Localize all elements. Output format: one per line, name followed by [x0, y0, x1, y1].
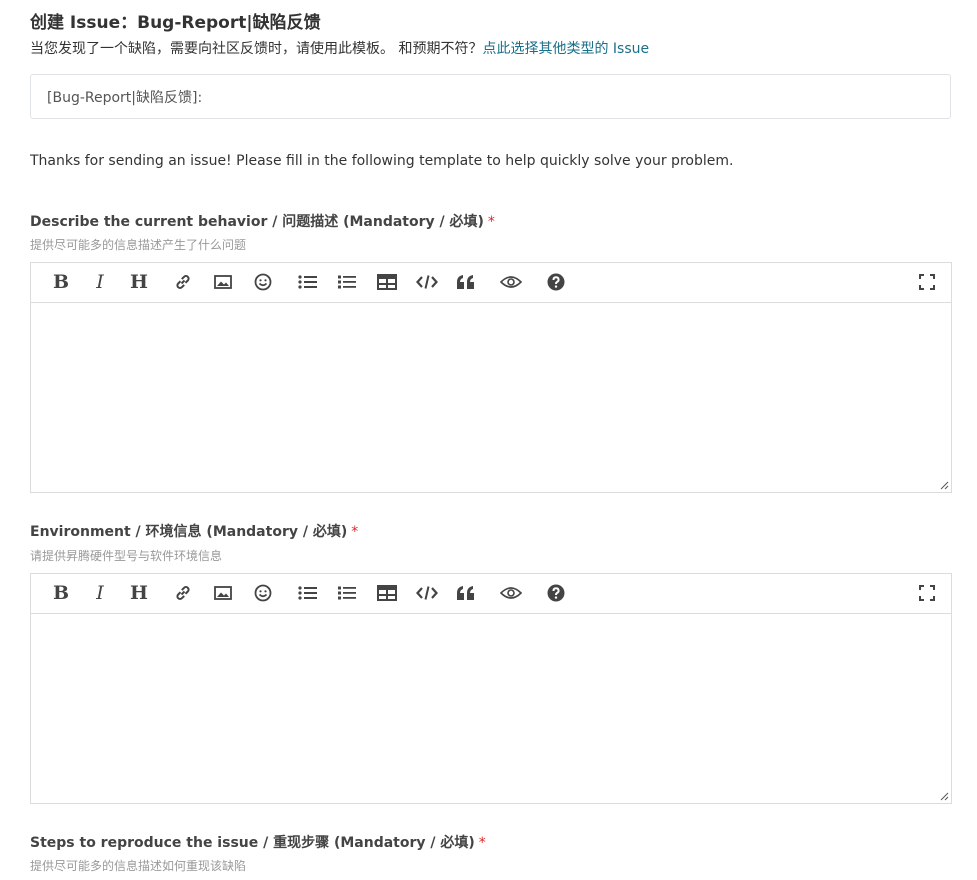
code-icon[interactable]	[415, 271, 439, 293]
field-label-text: Environment / 环境信息 (Mandatory / 必填)	[30, 524, 348, 540]
required-mark: *	[351, 524, 359, 540]
subtitle-text: 当您发现了一个缺陷，需要向社区反馈时，请使用此模板。 和预期不符？	[30, 41, 483, 57]
page-title: 创建 Issue：Bug-Report|缺陷反馈	[30, 13, 321, 33]
table-icon[interactable]	[375, 582, 399, 604]
editor-textarea[interactable]	[31, 303, 951, 492]
editor-textarea[interactable]	[31, 614, 951, 803]
unordered-list-icon[interactable]	[296, 582, 320, 604]
link-icon[interactable]	[171, 271, 195, 293]
ordered-list-icon[interactable]	[335, 582, 359, 604]
help-icon[interactable]	[544, 271, 568, 293]
page-subtitle: 当您发现了一个缺陷，需要向社区反馈时，请使用此模板。 和预期不符？点此选择其他类…	[30, 38, 649, 58]
editor-behavior: B I H	[30, 262, 952, 493]
resize-handle-icon[interactable]	[939, 791, 949, 801]
issue-title-input[interactable]	[30, 74, 951, 119]
choose-other-type-link[interactable]: 点此选择其他类型的 Issue	[482, 41, 649, 57]
field-help-steps: 提供尽可能多的信息描述如何重现该缺陷	[30, 859, 247, 873]
resize-handle-icon[interactable]	[939, 480, 949, 490]
required-mark: *	[487, 214, 495, 230]
field-label-steps: Steps to reproduce the issue / 重现步骤 (Man…	[30, 832, 486, 852]
preview-icon[interactable]	[499, 271, 523, 293]
bold-icon[interactable]: B	[49, 271, 73, 293]
unordered-list-icon[interactable]	[296, 271, 320, 293]
field-help-behavior: 提供尽可能多的信息描述产生了什么问题	[30, 238, 247, 252]
editor-environment: B I H	[30, 573, 952, 804]
table-icon[interactable]	[375, 271, 399, 293]
heading-icon[interactable]: H	[127, 582, 151, 604]
image-icon[interactable]	[211, 271, 235, 293]
quote-icon[interactable]	[454, 582, 478, 604]
image-icon[interactable]	[211, 582, 235, 604]
field-label-environment: Environment / 环境信息 (Mandatory / 必填) *	[30, 521, 358, 541]
fullscreen-icon[interactable]	[915, 271, 939, 293]
quote-icon[interactable]	[454, 271, 478, 293]
bold-icon[interactable]: B	[49, 582, 73, 604]
emoji-icon[interactable]	[251, 271, 275, 293]
field-label-text: Describe the current behavior / 问题描述 (Ma…	[30, 214, 484, 230]
heading-icon[interactable]: H	[127, 271, 151, 293]
field-label-behavior: Describe the current behavior / 问题描述 (Ma…	[30, 211, 495, 231]
ordered-list-icon[interactable]	[335, 271, 359, 293]
emoji-icon[interactable]	[251, 582, 275, 604]
required-mark: *	[478, 835, 486, 851]
fullscreen-icon[interactable]	[915, 582, 939, 604]
link-icon[interactable]	[171, 582, 195, 604]
italic-icon[interactable]: I	[88, 582, 112, 604]
code-icon[interactable]	[415, 582, 439, 604]
editor-toolbar: B I H	[31, 263, 951, 303]
field-label-text: Steps to reproduce the issue / 重现步骤 (Man…	[30, 835, 475, 851]
italic-icon[interactable]: I	[88, 271, 112, 293]
intro-text: Thanks for sending an issue! Please fill…	[30, 153, 734, 169]
field-help-environment: 请提供昇腾硬件型号与软件环境信息	[30, 549, 223, 563]
preview-icon[interactable]	[499, 582, 523, 604]
help-icon[interactable]	[544, 582, 568, 604]
editor-toolbar: B I H	[31, 574, 951, 614]
